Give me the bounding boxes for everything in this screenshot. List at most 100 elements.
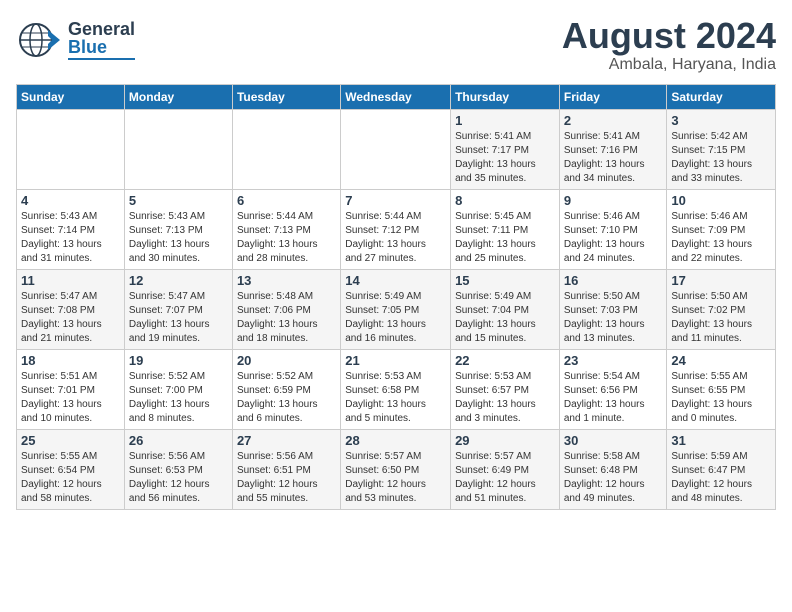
calendar-cell: 12 Sunrise: 5:47 AM Sunset: 7:07 PM Dayli… — [124, 269, 232, 349]
calendar-cell: 30 Sunrise: 5:58 AM Sunset: 6:48 PM Dayli… — [559, 429, 667, 509]
calendar-cell: 1Sunrise: 5:41 AM Sunset: 7:17 PM Daylig… — [451, 109, 560, 189]
calendar-cell — [341, 109, 451, 189]
header-tuesday: Tuesday — [232, 84, 340, 109]
day-info: Sunrise: 5:50 AM Sunset: 7:03 PM Dayligh… — [564, 290, 663, 346]
calendar-cell: 26Sunrise: 5:56 AM Sunset: 6:53 PM Dayli… — [124, 429, 232, 509]
calendar-cell: 10 Sunrise: 5:46 AM Sunset: 7:09 PM Dayli… — [667, 189, 776, 269]
calendar-table: SundayMondayTuesdayWednesdayThursdayFrid… — [16, 84, 776, 510]
day-info: Sunrise: 5:52 AM Sunset: 7:00 PM Dayligh… — [129, 370, 228, 426]
day-number: 2 — [564, 113, 663, 128]
day-info: Sunrise: 5:46 AM Sunset: 7:09 PM Dayligh… — [671, 210, 771, 266]
week-row-1: 1Sunrise: 5:41 AM Sunset: 7:17 PM Daylig… — [17, 109, 776, 189]
day-number: 5 — [129, 193, 228, 208]
day-number: 25 — [21, 433, 120, 448]
calendar-cell: 5 Sunrise: 5:43 AM Sunset: 7:13 PM Daylig… — [124, 189, 232, 269]
logo: General Blue — [16, 16, 135, 64]
calendar-cell: 31 Sunrise: 5:59 AM Sunset: 6:47 PM Dayli… — [667, 429, 776, 509]
calendar-cell: 13Sunrise: 5:48 AM Sunset: 7:06 PM Dayli… — [232, 269, 340, 349]
day-number: 29 — [455, 433, 555, 448]
day-info: Sunrise: 5:53 AM Sunset: 6:58 PM Dayligh… — [345, 370, 446, 426]
day-number: 23 — [564, 353, 663, 368]
day-number: 6 — [237, 193, 336, 208]
calendar-cell: 29Sunrise: 5:57 AM Sunset: 6:49 PM Dayli… — [451, 429, 560, 509]
header-wednesday: Wednesday — [341, 84, 451, 109]
week-row-5: 25 Sunrise: 5:55 AM Sunset: 6:54 PM Dayli… — [17, 429, 776, 509]
day-info: Sunrise: 5:47 AM Sunset: 7:07 PM Dayligh… — [129, 290, 228, 346]
day-number: 14 — [345, 273, 446, 288]
day-number: 17 — [671, 273, 771, 288]
header-monday: Monday — [124, 84, 232, 109]
day-number: 7 — [345, 193, 446, 208]
day-number: 4 — [21, 193, 120, 208]
header-saturday: Saturday — [667, 84, 776, 109]
calendar-cell: 14Sunrise: 5:49 AM Sunset: 7:05 PM Dayli… — [341, 269, 451, 349]
logo-icon — [16, 16, 64, 64]
calendar-cell — [232, 109, 340, 189]
calendar-title: August 2024 — [562, 16, 776, 56]
calendar-cell: 25 Sunrise: 5:55 AM Sunset: 6:54 PM Dayli… — [17, 429, 125, 509]
calendar-body: 1Sunrise: 5:41 AM Sunset: 7:17 PM Daylig… — [17, 109, 776, 509]
day-info: Sunrise: 5:55 AM Sunset: 6:54 PM Dayligh… — [21, 450, 120, 506]
day-info: Sunrise: 5:43 AM Sunset: 7:14 PM Dayligh… — [21, 210, 120, 266]
calendar-cell: 16Sunrise: 5:50 AM Sunset: 7:03 PM Dayli… — [559, 269, 667, 349]
logo-underline — [68, 58, 135, 60]
day-info: Sunrise: 5:52 AM Sunset: 6:59 PM Dayligh… — [237, 370, 336, 426]
header-friday: Friday — [559, 84, 667, 109]
day-info: Sunrise: 5:58 AM Sunset: 6:48 PM Dayligh… — [564, 450, 663, 506]
day-info: Sunrise: 5:41 AM Sunset: 7:16 PM Dayligh… — [564, 130, 663, 186]
day-number: 22 — [455, 353, 555, 368]
logo-text: General Blue — [68, 20, 135, 60]
calendar-cell: 23Sunrise: 5:54 AM Sunset: 6:56 PM Dayli… — [559, 349, 667, 429]
day-number: 24 — [671, 353, 771, 368]
calendar-cell: 2 Sunrise: 5:41 AM Sunset: 7:16 PM Daylig… — [559, 109, 667, 189]
day-info: Sunrise: 5:56 AM Sunset: 6:53 PM Dayligh… — [129, 450, 228, 506]
calendar-cell: 3 Sunrise: 5:42 AM Sunset: 7:15 PM Daylig… — [667, 109, 776, 189]
week-row-3: 11Sunrise: 5:47 AM Sunset: 7:08 PM Dayli… — [17, 269, 776, 349]
calendar-cell: 8 Sunrise: 5:45 AM Sunset: 7:11 PM Daylig… — [451, 189, 560, 269]
logo-general-text: General — [68, 20, 135, 38]
day-info: Sunrise: 5:57 AM Sunset: 6:50 PM Dayligh… — [345, 450, 446, 506]
calendar-subtitle: Ambala, Haryana, India — [562, 56, 776, 74]
day-info: Sunrise: 5:55 AM Sunset: 6:55 PM Dayligh… — [671, 370, 771, 426]
day-number: 31 — [671, 433, 771, 448]
day-number: 28 — [345, 433, 446, 448]
day-info: Sunrise: 5:44 AM Sunset: 7:13 PM Dayligh… — [237, 210, 336, 266]
day-info: Sunrise: 5:46 AM Sunset: 7:10 PM Dayligh… — [564, 210, 663, 266]
day-number: 27 — [237, 433, 336, 448]
day-number: 12 — [129, 273, 228, 288]
day-number: 10 — [671, 193, 771, 208]
day-number: 20 — [237, 353, 336, 368]
day-number: 21 — [345, 353, 446, 368]
day-info: Sunrise: 5:53 AM Sunset: 6:57 PM Dayligh… — [455, 370, 555, 426]
calendar-cell: 4 Sunrise: 5:43 AM Sunset: 7:14 PM Daylig… — [17, 189, 125, 269]
day-info: Sunrise: 5:50 AM Sunset: 7:02 PM Dayligh… — [671, 290, 771, 346]
day-number: 3 — [671, 113, 771, 128]
calendar-cell: 19Sunrise: 5:52 AM Sunset: 7:00 PM Dayli… — [124, 349, 232, 429]
day-info: Sunrise: 5:43 AM Sunset: 7:13 PM Dayligh… — [129, 210, 228, 266]
day-info: Sunrise: 5:59 AM Sunset: 6:47 PM Dayligh… — [671, 450, 771, 506]
day-info: Sunrise: 5:42 AM Sunset: 7:15 PM Dayligh… — [671, 130, 771, 186]
week-row-2: 4 Sunrise: 5:43 AM Sunset: 7:14 PM Daylig… — [17, 189, 776, 269]
title-block: August 2024 Ambala, Haryana, India — [562, 16, 776, 74]
day-number: 30 — [564, 433, 663, 448]
calendar-cell: 28 Sunrise: 5:57 AM Sunset: 6:50 PM Dayli… — [341, 429, 451, 509]
calendar-cell: 9 Sunrise: 5:46 AM Sunset: 7:10 PM Daylig… — [559, 189, 667, 269]
calendar-cell: 22 Sunrise: 5:53 AM Sunset: 6:57 PM Dayli… — [451, 349, 560, 429]
calendar-cell: 6 Sunrise: 5:44 AM Sunset: 7:13 PM Daylig… — [232, 189, 340, 269]
day-info: Sunrise: 5:51 AM Sunset: 7:01 PM Dayligh… — [21, 370, 120, 426]
day-info: Sunrise: 5:45 AM Sunset: 7:11 PM Dayligh… — [455, 210, 555, 266]
calendar-cell: 18 Sunrise: 5:51 AM Sunset: 7:01 PM Dayli… — [17, 349, 125, 429]
header-thursday: Thursday — [451, 84, 560, 109]
day-info: Sunrise: 5:48 AM Sunset: 7:06 PM Dayligh… — [237, 290, 336, 346]
calendar-cell: 15Sunrise: 5:49 AM Sunset: 7:04 PM Dayli… — [451, 269, 560, 349]
header-row: SundayMondayTuesdayWednesdayThursdayFrid… — [17, 84, 776, 109]
calendar-cell: 11Sunrise: 5:47 AM Sunset: 7:08 PM Dayli… — [17, 269, 125, 349]
calendar-cell — [17, 109, 125, 189]
logo-blue-text: Blue — [68, 38, 135, 56]
day-number: 18 — [21, 353, 120, 368]
week-row-4: 18 Sunrise: 5:51 AM Sunset: 7:01 PM Dayli… — [17, 349, 776, 429]
calendar-cell — [124, 109, 232, 189]
day-number: 9 — [564, 193, 663, 208]
calendar-cell: 27Sunrise: 5:56 AM Sunset: 6:51 PM Dayli… — [232, 429, 340, 509]
day-number: 8 — [455, 193, 555, 208]
